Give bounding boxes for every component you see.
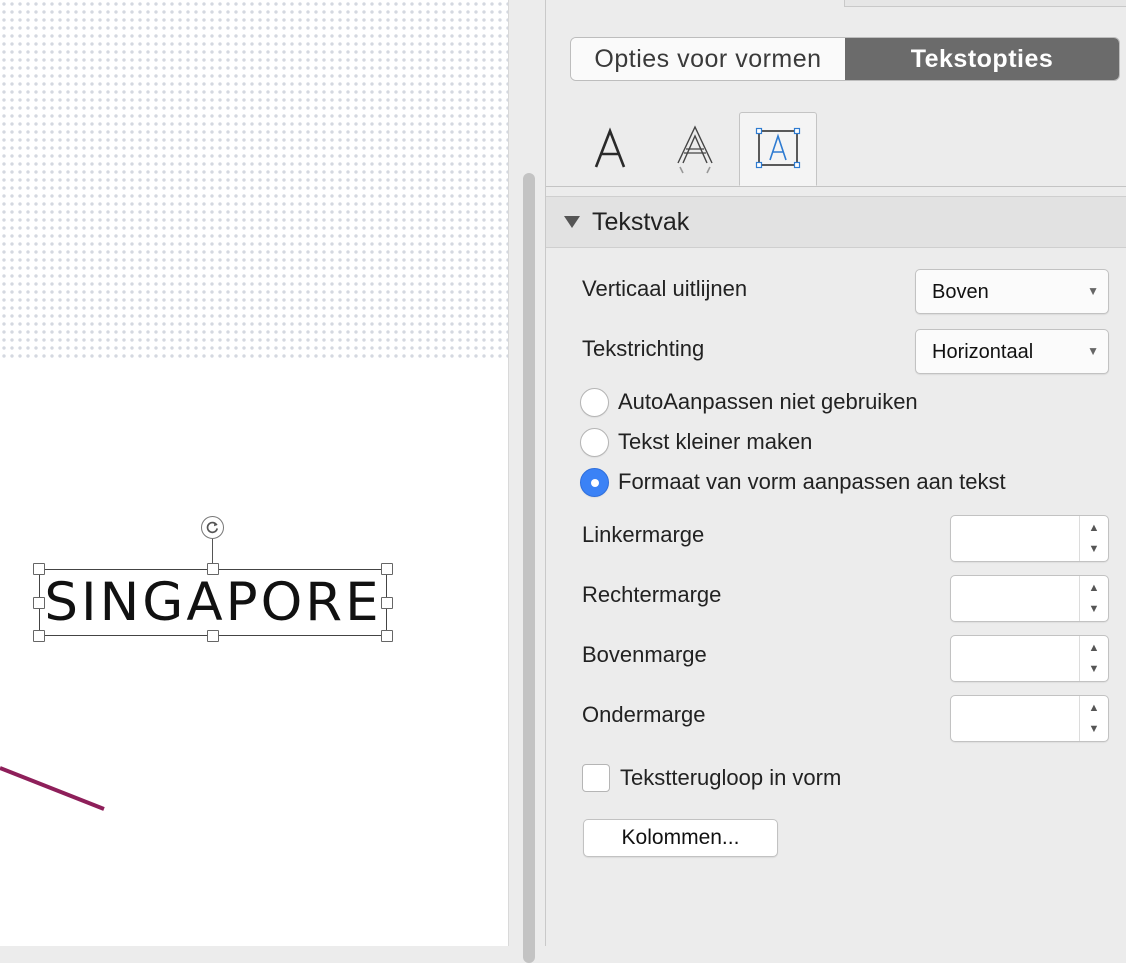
increment-arrow-icon[interactable]: ▲ — [1080, 577, 1108, 599]
stepper-buttons: ▲ ▼ — [1079, 636, 1108, 681]
radio-row-shrink-text[interactable]: Tekst kleiner maken — [580, 426, 812, 458]
stepper-buttons: ▲ ▼ — [1079, 696, 1108, 741]
tab-text-options[interactable]: Tekstopties — [845, 38, 1119, 80]
columns-button[interactable]: Kolommen... — [583, 819, 778, 857]
text-direction-value: Horizontaal — [932, 341, 1034, 363]
resize-handle-middle-right[interactable] — [381, 597, 393, 609]
format-pane: Opties voor vormen Tekstopties Tekstvak … — [546, 0, 1126, 946]
resize-handle-top-right[interactable] — [381, 563, 393, 575]
radio-label: AutoAanpassen niet gebruiken — [618, 389, 918, 414]
vertical-align-value: Boven — [932, 281, 989, 303]
decrement-arrow-icon[interactable]: ▼ — [1080, 718, 1108, 740]
textbox-layout-icon[interactable] — [739, 112, 817, 186]
chevron-down-icon: ▼ — [1087, 344, 1099, 358]
disclosure-triangle-icon[interactable] — [564, 216, 580, 228]
decrement-arrow-icon[interactable]: ▼ — [1080, 598, 1108, 620]
increment-arrow-icon[interactable]: ▲ — [1080, 517, 1108, 539]
wrap-text-row[interactable]: Tekstterugloop in vorm — [582, 764, 841, 792]
stepper-buttons: ▲ ▼ — [1079, 516, 1108, 561]
radio-row-resize-shape[interactable]: Formaat van vorm aanpassen aan tekst — [580, 466, 1006, 498]
rotate-handle-icon[interactable] — [201, 516, 224, 539]
slide-canvas[interactable]: SINGAPORE — [0, 0, 508, 946]
resize-handle-bottom-left[interactable] — [33, 630, 45, 642]
decrement-arrow-icon[interactable]: ▼ — [1080, 658, 1108, 680]
resize-handle-bottom-middle[interactable] — [207, 630, 219, 642]
radio-row-no-autofit[interactable]: AutoAanpassen niet gebruiken — [580, 386, 918, 418]
resize-handle-top-middle[interactable] — [207, 563, 219, 575]
bottom-margin-label: Ondermarge — [582, 702, 706, 727]
left-margin-stepper[interactable]: ▲ ▼ — [950, 515, 1109, 562]
canvas-scrollbar-thumb[interactable] — [523, 173, 535, 963]
textbox-text[interactable]: SINGAPORE — [40, 570, 386, 635]
increment-arrow-icon[interactable]: ▲ — [1080, 697, 1108, 719]
text-fill-icon[interactable] — [571, 112, 649, 186]
right-margin-label: Rechtermarge — [582, 582, 722, 607]
options-segmented-control: Opties voor vormen Tekstopties — [570, 37, 1120, 81]
text-direction-select[interactable]: Horizontaal ▼ — [915, 329, 1109, 374]
resize-handle-middle-left[interactable] — [33, 597, 45, 609]
radio-label: Tekst kleiner maken — [618, 429, 813, 454]
decrement-arrow-icon[interactable]: ▼ — [1080, 538, 1108, 560]
text-options-icon-tabs — [546, 112, 1126, 187]
stepper-buttons: ▲ ▼ — [1079, 576, 1108, 621]
wrap-text-checkbox[interactable] — [582, 764, 610, 792]
radio-no-autofit[interactable] — [580, 387, 609, 417]
tab-shape-options[interactable]: Opties voor vormen — [571, 38, 845, 80]
radio-shrink-text[interactable] — [580, 427, 609, 457]
right-margin-stepper[interactable]: ▲ ▼ — [950, 575, 1109, 622]
radio-resize-shape[interactable] — [580, 467, 609, 497]
vertical-align-label: Verticaal uitlijnen — [582, 276, 748, 301]
section-header-tekstvak[interactable]: Tekstvak — [546, 196, 1126, 248]
slide-decorative-line — [0, 766, 105, 811]
top-margin-stepper[interactable]: ▲ ▼ — [950, 635, 1109, 682]
section-title: Tekstvak — [592, 207, 690, 236]
chevron-down-icon: ▼ — [1087, 284, 1099, 298]
top-margin-label: Bovenmarge — [582, 642, 707, 667]
vertical-align-select[interactable]: Boven ▼ — [915, 269, 1109, 314]
resize-handle-top-left[interactable] — [33, 563, 45, 575]
wrap-text-label: Tekstterugloop in vorm — [620, 765, 842, 790]
left-margin-label: Linkermarge — [582, 522, 705, 547]
radio-label: Formaat van vorm aanpassen aan tekst — [618, 469, 1006, 494]
text-direction-label: Tekstrichting — [582, 336, 705, 361]
panel-top-strip — [844, 0, 1126, 7]
canvas-scrollbar-track[interactable] — [508, 0, 546, 963]
bottom-margin-stepper[interactable]: ▲ ▼ — [950, 695, 1109, 742]
selected-textbox[interactable]: SINGAPORE — [39, 569, 387, 636]
text-outline-effects-icon[interactable] — [656, 112, 734, 186]
resize-handle-bottom-right[interactable] — [381, 630, 393, 642]
increment-arrow-icon[interactable]: ▲ — [1080, 637, 1108, 659]
